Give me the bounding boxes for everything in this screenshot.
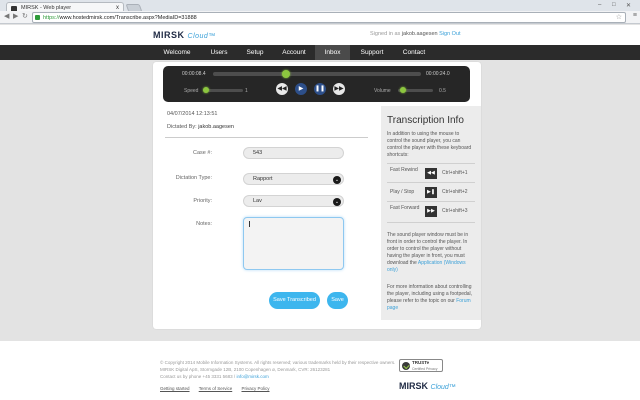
shortcut-row-forward: Fast Forward ▶▶ Ctrl+shift+3 (387, 201, 475, 223)
lock-icon (35, 15, 40, 20)
dictation-type-label: Dictation Type: (175, 175, 212, 181)
chevron-down-icon: ⌄ (333, 175, 341, 184)
close-window-icon[interactable]: ✕ (626, 2, 631, 9)
shortcut-keys: Ctrl+shift+2 (442, 189, 468, 195)
footer-address: MIRSK Digital ApS, Stormgade 12B, 2100 C… (160, 367, 331, 372)
total-time: 00:00:24.0 (426, 71, 450, 77)
chevron-down-icon: ⌄ (333, 197, 341, 206)
back-icon[interactable]: ◀ (4, 12, 9, 20)
shortcut-keys: Ctrl+shift+1 (442, 170, 468, 176)
url-text: www.hostedmirsk.com/Transcribe.aspx?Medi… (59, 15, 197, 21)
pause-button[interactable]: ❚❚ (314, 83, 326, 95)
browser-menu-icon[interactable]: ≡ (633, 12, 637, 19)
sidebar-intro: In addition to using the mouse to contro… (387, 131, 472, 158)
speed-slider[interactable] (203, 89, 243, 92)
volume-label: Volume (374, 88, 391, 94)
nav-inbox[interactable]: Inbox (315, 45, 350, 60)
notes-textarea[interactable] (243, 217, 344, 270)
save-button[interactable]: Save (327, 292, 348, 309)
nav-support[interactable]: Support (350, 45, 394, 60)
footer-logo: MIRSK Cloud™ (399, 381, 456, 391)
play-button[interactable]: ▶ (295, 83, 307, 95)
sign-out-link[interactable]: Sign Out (439, 31, 460, 37)
fast-forward-button[interactable]: ▶▶ (333, 83, 345, 95)
divider (165, 137, 368, 138)
signed-in-user: jakob.aagesen (401, 31, 438, 37)
footer-link-getting-started[interactable]: Getting started (160, 386, 190, 391)
footer-link-privacy[interactable]: Privacy Policy (241, 386, 269, 391)
site-header (0, 25, 640, 45)
footer-contact-text: Contact us by phone +45 3331 5683 / (160, 374, 236, 379)
signed-in-label: Signed in as (370, 31, 401, 37)
footer-contact: Contact us by phone +45 3331 5683 / info… (160, 374, 269, 379)
dictation-type-select[interactable]: Rapport ⌄ (243, 173, 344, 185)
nav-welcome[interactable]: Welcome (153, 45, 201, 60)
truste-check-icon (402, 362, 410, 370)
sidebar-paragraph-app: The sound player window must be in front… (387, 232, 475, 274)
shortcut-row-rewind: Fast Rewind ◀◀ Ctrl+shift+1 (387, 163, 475, 182)
reload-icon[interactable]: ↻ (22, 12, 28, 20)
dictation-datetime: 04/07/2014 12:13:51 (167, 111, 218, 117)
speed-handle[interactable] (203, 87, 209, 93)
browser-toolbar: ◀ ▶ ↻ https://www.hostedmirsk.com/Transc… (0, 11, 640, 24)
rewind-icon: ◀◀ (425, 168, 437, 179)
nav-account[interactable]: Account (273, 45, 315, 60)
maximize-icon[interactable]: □ (612, 2, 616, 8)
nav-contact[interactable]: Contact (394, 45, 434, 60)
logo-text: MIRSK (153, 30, 185, 40)
fast-forward-icon: ▶▶ (425, 206, 437, 217)
volume-value: 0.5 (439, 88, 446, 94)
footer-links: Getting started Terms of Service Privacy… (160, 386, 278, 391)
save-transcribed-button[interactable]: Save Transcribed (269, 292, 320, 309)
priority-select[interactable]: Lav ⌄ (243, 195, 344, 207)
text-caret (249, 221, 250, 227)
shortcut-keys: Ctrl+shift+3 (442, 208, 468, 214)
minimize-icon[interactable]: – (598, 2, 601, 8)
address-bar[interactable]: https://www.hostedmirsk.com/Transcribe.a… (32, 12, 626, 23)
sidebar-title: Transcription Info (387, 115, 464, 126)
progress-track[interactable] (213, 72, 421, 76)
shortcut-name: Play / Stop (390, 189, 415, 195)
case-input[interactable]: 543 (243, 147, 344, 159)
case-label: Case #: (193, 150, 212, 156)
shortcut-row-play: Play / Stop ▶❚ Ctrl+shift+2 (387, 182, 475, 201)
dictation-type-value: Rapport (253, 176, 273, 182)
speed-value: 1 (245, 88, 248, 94)
truste-subtitle: Certified Privacy (412, 367, 438, 371)
shortcut-name: Fast Forward (390, 205, 420, 211)
nav-users[interactable]: Users (201, 45, 237, 60)
footer-copyright: © Copyright 2014 Mobile Information Syst… (160, 360, 396, 365)
nav-setup[interactable]: Setup (237, 45, 273, 60)
play-stop-icon: ▶❚ (425, 187, 437, 198)
footer-logo-suffix: Cloud™ (430, 384, 456, 391)
priority-label: Priority: (193, 198, 212, 204)
footer-link-terms[interactable]: Terms of Service (199, 386, 233, 391)
speed-label: Speed (184, 88, 199, 94)
browser-chrome: MIRSK - Web player x – □ ✕ ◀ ▶ ↻ https:/… (0, 0, 640, 24)
dictated-by: Dictated By: jakob.aagesen (167, 124, 234, 130)
mirsk-logo[interactable]: MIRSK Cloud™ (153, 30, 216, 40)
rewind-button[interactable]: ◀◀ (276, 83, 288, 95)
volume-handle[interactable] (400, 87, 406, 93)
elapsed-time: 00:00:08.4 (182, 71, 206, 77)
url-scheme: https:// (43, 15, 60, 21)
sidebar-paragraph-forum: For more information about controlling t… (387, 284, 475, 312)
signed-in-status: Signed in as jakob.aagesen Sign Out (370, 31, 461, 37)
notes-label: Notes: (196, 221, 212, 227)
truste-badge[interactable]: TRUSTe Certified Privacy (399, 359, 443, 372)
dictated-by-label: Dictated By: (167, 124, 197, 130)
footer-email-link[interactable]: info@mirsk.com (236, 374, 268, 379)
footer-logo-text: MIRSK (399, 381, 428, 391)
priority-value: Lav (253, 198, 262, 204)
shortcut-name: Fast Rewind (390, 167, 418, 173)
forward-icon[interactable]: ▶ (13, 12, 18, 20)
progress-handle[interactable] (281, 70, 290, 78)
logo-suffix: Cloud™ (187, 33, 216, 40)
bookmark-star-icon[interactable]: ☆ (616, 13, 622, 23)
dictated-by-value: jakob.aagesen (198, 124, 234, 130)
